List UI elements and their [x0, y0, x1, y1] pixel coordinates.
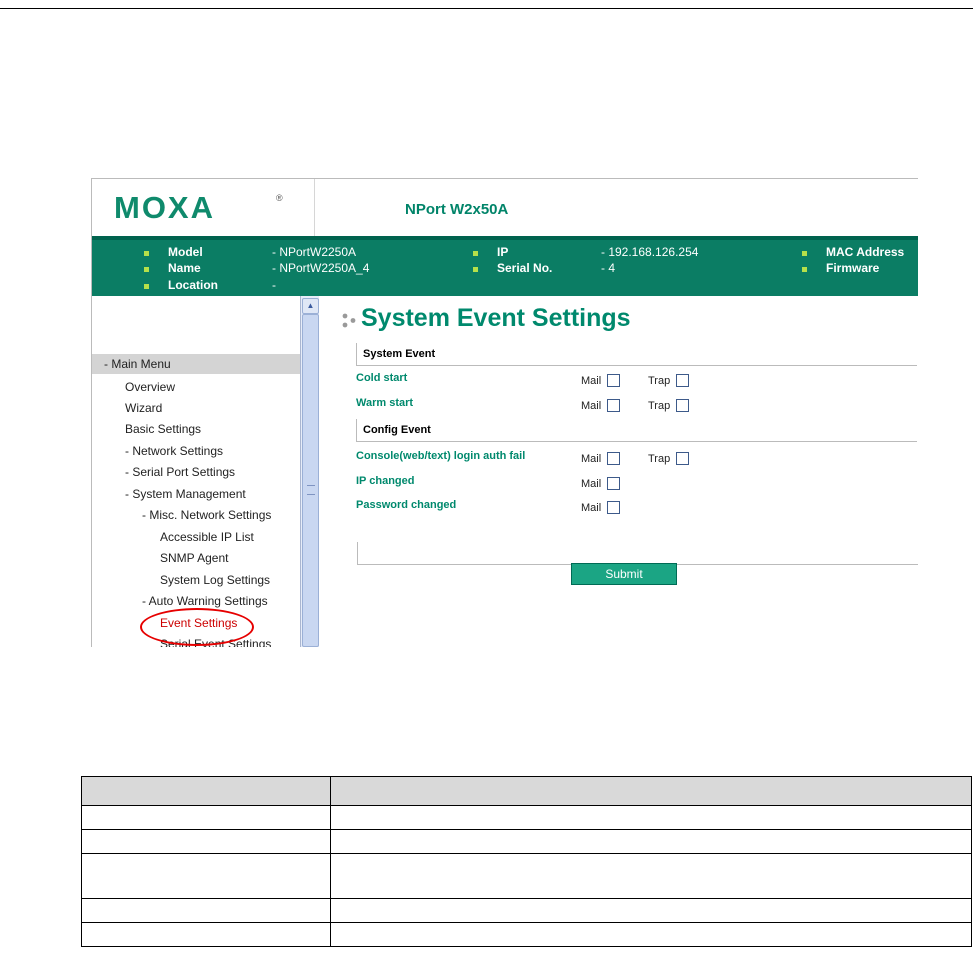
- main-menu-label: - Main Menu: [104, 357, 171, 371]
- model-label: Model: [168, 245, 203, 259]
- highlight-ring: [140, 608, 254, 646]
- location-label: Location: [168, 278, 218, 292]
- bullet-icon: [473, 267, 478, 272]
- logo-area: MOXA ®: [92, 179, 314, 236]
- grip-icon: [307, 485, 315, 495]
- table-cell: [330, 922, 972, 947]
- main-menu-header[interactable]: - Main Menu: [92, 354, 300, 374]
- menu-item-system-management[interactable]: - System Management: [125, 487, 246, 501]
- menu-item-network-settings[interactable]: - Network Settings: [125, 444, 223, 458]
- name-value: - NPortW2250A_4: [272, 261, 370, 275]
- scroll-up-icon[interactable]: ▲: [302, 298, 319, 314]
- product-title: NPort W2x50A: [405, 201, 509, 218]
- table-row: [81, 805, 972, 830]
- svg-text:MOXA: MOXA: [114, 194, 215, 220]
- device-info-band: Model - NPortW2250A Name - NPortW2250A_4…: [92, 236, 918, 300]
- bullet-icon: [144, 267, 149, 272]
- serial-label: Serial No.: [497, 261, 553, 275]
- menu-item-serial-port-settings[interactable]: - Serial Port Settings: [125, 465, 235, 479]
- table-cell: [81, 805, 331, 830]
- menu-item-misc-network-settings[interactable]: - Misc. Network Settings: [142, 508, 271, 522]
- settings-table: [81, 776, 972, 947]
- sidebar-menu: - Main Menu Overview Wizard Basic Settin…: [92, 296, 300, 647]
- registered-mark: ®: [276, 193, 283, 203]
- bullet-icon: [144, 284, 149, 289]
- table-header-cell: [330, 776, 972, 806]
- table-header-row: [81, 776, 972, 806]
- table-row: [81, 853, 972, 899]
- table-row: [81, 829, 972, 854]
- page-top-rule: [0, 8, 973, 9]
- firmware-label: Firmware: [826, 261, 880, 275]
- model-value: - NPortW2250A: [272, 245, 357, 259]
- ip-label: IP: [497, 245, 509, 259]
- menu-item-accessible-ip-list[interactable]: Accessible IP List: [160, 530, 254, 544]
- bullet-icon: [802, 267, 807, 272]
- table-cell: [330, 805, 972, 830]
- ip-value: - 192.168.126.254: [601, 245, 699, 259]
- bullet-icon: [144, 251, 149, 256]
- table-cell: [330, 829, 972, 854]
- serial-value: - 4: [601, 261, 616, 275]
- page-title: System Event Settings: [361, 304, 631, 332]
- system-event-section: [357, 542, 918, 565]
- location-value: -: [272, 278, 276, 292]
- scroll-thumb[interactable]: [302, 314, 319, 647]
- embedded-screenshot: MOXA ® NPort W2x50A Model - NPortW2250A …: [91, 178, 918, 647]
- name-label: Name: [168, 261, 201, 275]
- menu-item-auto-warning-settings[interactable]: - Auto Warning Settings: [142, 594, 268, 608]
- bullet-icon: [802, 251, 807, 256]
- moxa-logo: MOXA: [114, 194, 215, 220]
- mac-label: MAC Address: [826, 245, 905, 259]
- table-row: [81, 898, 972, 923]
- table-cell: [81, 853, 331, 899]
- bullet-icon: [473, 251, 478, 256]
- menu-item-system-log-settings[interactable]: System Log Settings: [160, 573, 270, 587]
- menu-item-snmp-agent[interactable]: SNMP Agent: [160, 551, 228, 565]
- sidebar-scrollbar[interactable]: ▲: [300, 296, 320, 647]
- main-content: System Event Settings: [319, 296, 918, 647]
- table-cell: [81, 898, 331, 923]
- table-cell: [81, 829, 331, 854]
- menu-item-basic-settings[interactable]: Basic Settings: [125, 422, 201, 436]
- table-cell: [330, 898, 972, 923]
- table-row: [81, 922, 972, 947]
- table-header-cell: [81, 776, 331, 806]
- table-cell: [330, 853, 972, 899]
- menu-item-overview[interactable]: Overview: [125, 380, 175, 394]
- product-header: NPort W2x50A: [314, 179, 918, 236]
- menu-item-wizard[interactable]: Wizard: [125, 401, 162, 415]
- table-cell: [81, 922, 331, 947]
- title-dots-icon: [342, 313, 356, 328]
